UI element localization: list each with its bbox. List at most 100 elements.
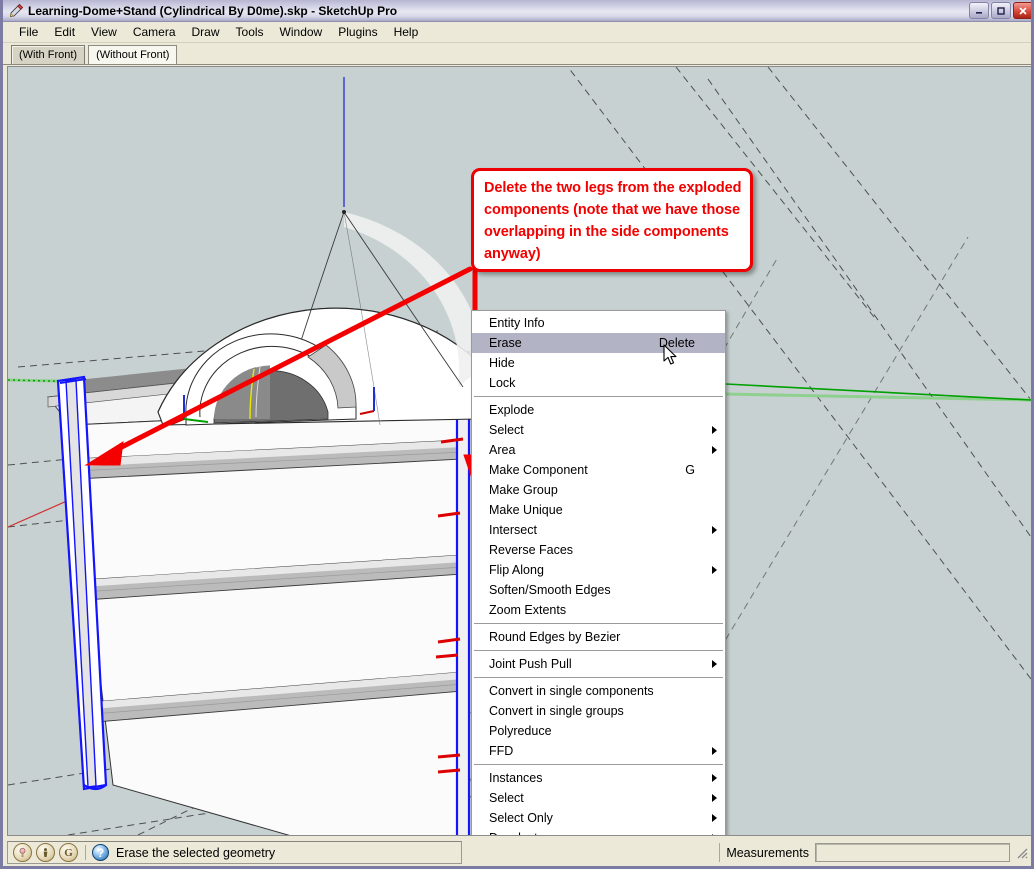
status-bar: G ? Erase the selected geometry Measurem…: [7, 840, 1031, 865]
menu-item-accelerator: Delete: [658, 336, 695, 350]
context-menu-item-flip-along[interactable]: Flip Along: [472, 560, 725, 580]
context-menu-item-instances[interactable]: Instances: [472, 768, 725, 788]
window-title: Learning-Dome+Stand (Cylindrical By D0me…: [28, 3, 398, 18]
help-question-icon[interactable]: ?: [92, 844, 109, 861]
context-menu-item-hide[interactable]: Hide: [472, 353, 725, 373]
submenu-arrow-icon: [712, 747, 717, 755]
right-leg-selected: [455, 350, 471, 835]
menu-item-label: Convert in single components: [489, 684, 654, 698]
maximize-button[interactable]: [991, 2, 1011, 19]
context-menu-item-make-unique[interactable]: Make Unique: [472, 500, 725, 520]
context-menu-item-select[interactable]: Select: [472, 420, 725, 440]
context-menu-item-area[interactable]: Area: [472, 440, 725, 460]
scene-tab-without-front[interactable]: (Without Front): [88, 45, 178, 64]
context-menu-item-zoom-extents[interactable]: Zoom Extents: [472, 600, 725, 620]
menu-item-label: Joint Push Pull: [489, 657, 572, 671]
context-menu-item-reverse-faces[interactable]: Reverse Faces: [472, 540, 725, 560]
measurements-panel: Measurements: [713, 840, 1031, 865]
status-message-panel: G ? Erase the selected geometry: [7, 841, 462, 864]
menu-item-label: Erase: [489, 336, 522, 350]
menu-item-label: FFD: [489, 744, 514, 758]
menu-item-label: Explode: [489, 403, 535, 417]
minimize-button[interactable]: [969, 2, 989, 19]
menu-item-label: Make Unique: [489, 503, 563, 517]
menu-item-label: Area: [489, 443, 516, 457]
context-menu-item-intersect[interactable]: Intersect: [472, 520, 725, 540]
menu-item-label: Make Component: [489, 463, 588, 477]
menu-item-label: Convert in single groups: [489, 704, 624, 718]
menu-camera[interactable]: Camera: [125, 23, 184, 42]
menu-item-label: Select: [489, 791, 524, 805]
sketchup-application-window: Learning-Dome+Stand (Cylindrical By D0me…: [0, 0, 1034, 869]
close-button[interactable]: [1013, 2, 1031, 19]
google-g-icon[interactable]: G: [59, 843, 78, 862]
submenu-arrow-icon: [712, 814, 717, 822]
resize-grip-icon[interactable]: [1014, 845, 1030, 861]
menu-item-label: Hide: [489, 356, 515, 370]
context-menu-item-joint-push-pull[interactable]: Joint Push Pull: [472, 654, 725, 674]
submenu-arrow-icon: [712, 834, 717, 835]
menu-help[interactable]: Help: [386, 23, 427, 42]
annotation-callout: Delete the two legs from the exploded co…: [471, 168, 753, 272]
geo-person-icon[interactable]: [36, 843, 55, 862]
context-menu-item-explode[interactable]: Explode: [472, 400, 725, 420]
submenu-arrow-icon: [712, 526, 717, 534]
menu-item-label: Entity Info: [489, 316, 545, 330]
scene-tab-with-front[interactable]: (With Front): [11, 45, 86, 64]
menu-file[interactable]: File: [11, 23, 46, 42]
menu-draw[interactable]: Draw: [184, 23, 228, 42]
menu-item-label: Lock: [489, 376, 516, 390]
submenu-arrow-icon: [712, 794, 717, 802]
submenu-arrow-icon: [712, 660, 717, 668]
model-viewport[interactable]: Delete the two legs from the exploded co…: [7, 66, 1031, 836]
menu-plugins[interactable]: Plugins: [330, 23, 385, 42]
context-menu-item-entity-info[interactable]: Entity Info: [472, 313, 725, 333]
status-message-text: Erase the selected geometry: [116, 845, 276, 860]
menu-separator: [474, 764, 723, 765]
context-menu-item-soften-smooth-edges[interactable]: Soften/Smooth Edges: [472, 580, 725, 600]
annotation-callout-text: Delete the two legs from the exploded co…: [484, 180, 742, 262]
context-menu[interactable]: Entity Info Erase Delete Hide Lock Explo…: [471, 310, 726, 835]
menu-separator: [474, 396, 723, 397]
menu-tools[interactable]: Tools: [228, 23, 272, 42]
menu-separator: [474, 623, 723, 624]
context-menu-item-erase[interactable]: Erase Delete: [472, 333, 725, 353]
menu-window[interactable]: Window: [272, 23, 331, 42]
sketchup-pencil-icon: [8, 3, 24, 19]
context-menu-item-make-group[interactable]: Make Group: [472, 480, 725, 500]
window-controls: [969, 2, 1031, 19]
menu-bar: File Edit View Camera Draw Tools Window …: [3, 22, 1031, 43]
menu-item-label: Flip Along: [489, 563, 544, 577]
context-menu-item-select-2[interactable]: Select: [472, 788, 725, 808]
context-menu-item-ffd[interactable]: FFD: [472, 741, 725, 761]
status-divider: [85, 845, 86, 860]
context-menu-item-round-edges-by-bezier[interactable]: Round Edges by Bezier: [472, 627, 725, 647]
context-menu-item-select-only[interactable]: Select Only: [472, 808, 725, 828]
menu-item-accelerator: G: [685, 463, 695, 477]
menu-item-label: Zoom Extents: [489, 603, 567, 617]
submenu-arrow-icon: [712, 566, 717, 574]
submenu-arrow-icon: [712, 426, 717, 434]
measurements-input[interactable]: [815, 843, 1010, 862]
menu-item-label: Polyreduce: [489, 724, 552, 738]
context-menu-item-make-component[interactable]: Make Component G: [472, 460, 725, 480]
title-bar: Learning-Dome+Stand (Cylindrical By D0me…: [3, 0, 1031, 22]
context-menu-item-lock[interactable]: Lock: [472, 373, 725, 393]
context-menu-item-convert-in-single-groups[interactable]: Convert in single groups: [472, 701, 725, 721]
context-menu-item-convert-in-single-components[interactable]: Convert in single components: [472, 681, 725, 701]
context-menu-item-polyreduce[interactable]: Polyreduce: [472, 721, 725, 741]
menu-item-label: Intersect: [489, 523, 537, 537]
menu-item-label: Select: [489, 423, 524, 437]
menu-item-label: Round Edges by Bezier: [489, 630, 621, 644]
status-divider: [719, 843, 721, 862]
menu-view[interactable]: View: [83, 23, 125, 42]
context-menu-item-deselect[interactable]: Deselect: [472, 828, 725, 835]
geo-location-pin-icon[interactable]: [13, 843, 32, 862]
menu-edit[interactable]: Edit: [46, 23, 83, 42]
menu-item-label: Reverse Faces: [489, 543, 574, 557]
menu-item-label: Make Group: [489, 483, 558, 497]
submenu-arrow-icon: [712, 774, 717, 782]
scene-tab-bar: (With Front) (Without Front): [3, 43, 1031, 65]
dome-model: [157, 210, 484, 426]
menu-item-label: Deselect: [489, 828, 717, 835]
